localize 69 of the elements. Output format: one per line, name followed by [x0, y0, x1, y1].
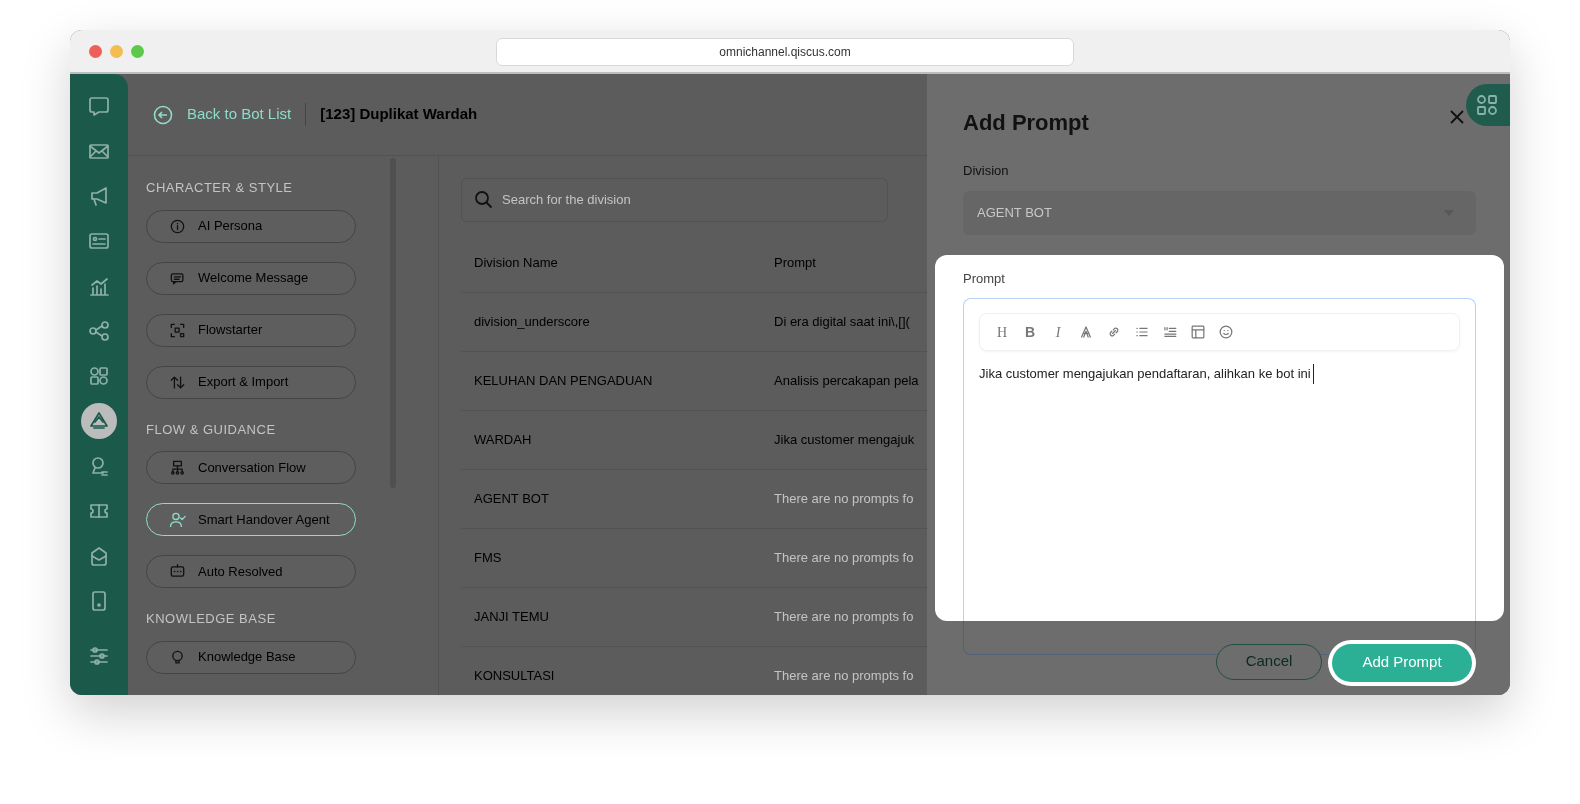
- apps-button[interactable]: [1466, 84, 1510, 126]
- page-title: [123] Duplikat Wardah: [305, 103, 478, 126]
- field-label: Division: [963, 162, 1010, 180]
- column-header: Division Name: [473, 254, 559, 273]
- table-cell-text: FMS: [473, 549, 503, 568]
- back-link[interactable]: Back to Bot List: [187, 103, 292, 126]
- section-heading: CHARACTER & STYLE: [146, 179, 294, 197]
- drawer-title: Add Prompt: [963, 109, 1089, 137]
- menu-item[interactable]: Welcome Message: [146, 261, 356, 295]
- box-icon: [88, 545, 110, 567]
- section-heading: FLOW & GUIDANCE: [146, 420, 277, 439]
- hierarchy-icon: [169, 459, 186, 476]
- address-bar[interactable]: omnichannel.qiscus.com: [496, 38, 1074, 66]
- editor-text: Jika customer mengajukan pendaftaran, alihkan ke bot ini: [979, 364, 1314, 384]
- zoom-window-button[interactable]: [131, 44, 144, 58]
- grid-icon: [88, 365, 110, 387]
- cancel-button[interactable]: Cancel: [1216, 643, 1322, 680]
- share-icon: [88, 320, 110, 342]
- sort-arrows-icon: [169, 373, 186, 391]
- toolbar-button[interactable]: I: [1048, 320, 1068, 344]
- menu-item[interactable]: Knowledge Base: [146, 640, 356, 674]
- table-cell-text: Jika customer mengajuk: [774, 431, 915, 450]
- menu-item[interactable]: Flowstarter: [146, 313, 356, 347]
- close-window-button[interactable]: [89, 44, 102, 58]
- field-label: Prompt: [963, 269, 1006, 288]
- menu-item[interactable]: AI Persona: [146, 209, 356, 243]
- bulb-icon: [169, 648, 186, 666]
- megaphone-icon: [88, 185, 110, 207]
- table-cell-text: division_underscore: [473, 313, 591, 332]
- table-cell-text: There are no prompts fo: [774, 667, 914, 686]
- search-icon: [474, 190, 494, 210]
- emoji-icon: [1218, 324, 1234, 340]
- table-cell-text: There are no prompts fo: [774, 608, 914, 627]
- scan-icon: [169, 321, 186, 339]
- table-icon: [1190, 324, 1206, 340]
- menu-item[interactable]: Auto Resolved: [146, 555, 356, 588]
- table-cell-text: Analisis percakapan pela: [774, 372, 919, 391]
- grid-icon: [1476, 94, 1498, 116]
- table-cell-text: WARDAH: [473, 431, 533, 450]
- user-check-icon: [169, 511, 186, 528]
- table-cell-text: AGENT BOT: [473, 490, 550, 509]
- toolbar-button[interactable]: B: [1020, 320, 1040, 344]
- table-cell-text: KONSULTASI: [473, 667, 556, 686]
- contact-card-icon: [88, 230, 110, 252]
- menu-item[interactable]: Smart Handover Agent: [146, 503, 356, 536]
- menu-item[interactable]: Export & Import: [146, 365, 356, 399]
- quote-icon: [1162, 324, 1178, 340]
- table-cell-text: KELUHAN DAN PENGADUAN: [473, 372, 654, 391]
- chat-bubble-icon: [88, 95, 110, 117]
- font-color-icon: [1078, 324, 1094, 340]
- info-icon: [169, 217, 186, 235]
- table-cell-text: There are no prompts fo: [774, 490, 914, 509]
- section-heading: KNOWLEDGE BASE: [146, 610, 277, 628]
- chat-timer-icon: [169, 563, 186, 580]
- nav-item[interactable]: [81, 403, 117, 439]
- toolbar-button[interactable]: H: [992, 320, 1012, 344]
- prompt-editor[interactable]: H B I Jika customer mengajukan pendaftaran, alihkan ke bot ini: [963, 298, 1476, 621]
- sliders-icon: [88, 645, 110, 667]
- close-icon: [1450, 110, 1464, 124]
- search-field[interactable]: Search for the division: [461, 178, 888, 222]
- close-button[interactable]: [1450, 110, 1464, 124]
- table-cell-text: Di era digital saat ini\,[](: [774, 313, 910, 332]
- table-cell-text: There are no prompts fo: [774, 549, 914, 568]
- table-cell-text: JANJI TEMU: [473, 608, 550, 627]
- column-header: Prompt: [774, 254, 816, 273]
- division-select[interactable]: AGENT BOT: [963, 190, 1476, 235]
- chart-icon: [88, 275, 110, 297]
- menu-item[interactable]: Conversation Flow: [146, 451, 356, 484]
- triangle-logo-icon: [88, 410, 110, 432]
